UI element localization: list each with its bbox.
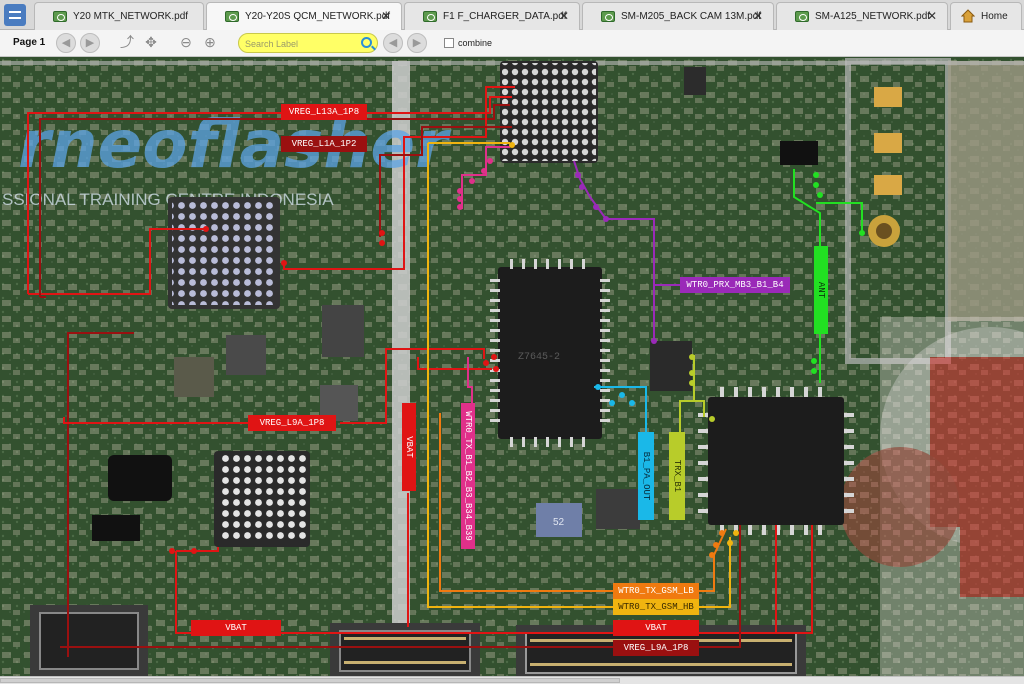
tab-y20-mtk-network[interactable]: Y20 MTK_NETWORK.pdf — [34, 2, 204, 30]
net-label-vbat-left[interactable]: VBAT — [191, 620, 281, 636]
pdf-icon — [225, 11, 239, 22]
tab-label: Y20 MTK_NETWORK.pdf — [73, 11, 189, 22]
close-icon[interactable]: ✕ — [927, 9, 937, 23]
settings-icon[interactable] — [4, 4, 26, 26]
watermark-logo: rneoflasher — [18, 106, 451, 183]
net-label-wtr0-tx-gsm-lb[interactable]: WTR0_TX_GSM_LB — [613, 583, 699, 599]
page-indicator: Page 1 — [13, 37, 46, 48]
tab-label: SM-A125_NETWORK.pdf — [815, 11, 931, 22]
net-label-wtr0-tx-b1-b2-b3-b34-b39[interactable]: WTR0_TX_B1_B2_B3_B34_B39 — [461, 403, 475, 549]
scrollbar-thumb[interactable] — [0, 678, 620, 683]
small-chip-marking: 52 — [553, 517, 565, 528]
tab-label: Home — [981, 11, 1008, 22]
net-label-trx-b1[interactable]: TRX_B1 — [669, 432, 685, 520]
pdf-icon — [423, 11, 437, 22]
combine-checkbox[interactable] — [444, 38, 454, 48]
tab-label: F1 F_CHARGER_DATA.pdf — [443, 11, 567, 22]
tab-sm-a125-network[interactable]: SM-A125_NETWORK.pdf ✕ — [776, 2, 948, 30]
forward-icon[interactable]: ▶ — [80, 33, 100, 53]
back-icon[interactable]: ◀ — [56, 33, 76, 53]
combine-label: combine — [458, 38, 493, 48]
export-icon[interactable]: ⤴ — [117, 33, 137, 53]
search-label-box — [238, 33, 378, 53]
app-window: Y20 MTK_NETWORK.pdf Y20-Y20S QCM_NETWORK… — [0, 0, 1024, 684]
tab-label: SM-M205_BACK CAM 13M.pdf — [621, 11, 762, 22]
home-icon — [960, 9, 976, 23]
move-icon[interactable]: ✥ — [141, 33, 161, 53]
tab-label: Y20-Y20S QCM_NETWORK.pdf — [245, 11, 391, 22]
toolbar: Page 1 ◀ ▶ ⤴ ✥ ⊖ ⊕ ◀ ▶ combine — [0, 30, 1024, 57]
close-icon[interactable]: ✕ — [559, 9, 569, 23]
previous-result-icon[interactable]: ◀ — [383, 33, 403, 53]
tab-y20-y20s-qcm-network[interactable]: Y20-Y20S QCM_NETWORK.pdf ✕ — [206, 2, 402, 31]
zoom-out-icon[interactable]: ⊖ — [176, 33, 196, 53]
pdf-icon — [53, 11, 67, 22]
close-icon[interactable]: ✕ — [381, 9, 391, 23]
board-view[interactable]: rneoflasher SSIONAL TRAINING CENTRE INDO… — [0, 57, 1024, 676]
net-label-vbat-vertical[interactable]: VBAT — [402, 403, 416, 491]
tab-sm-m205-back-cam[interactable]: SM-M205_BACK CAM 13M.pdf ✕ — [582, 2, 774, 30]
net-label-vreg-l1a-1p2[interactable]: VREG_L1A_1P2 — [281, 136, 367, 152]
net-label-vreg-l9a-1p8-mid[interactable]: VREG_L9A_1P8 — [248, 415, 336, 431]
zoom-in-icon[interactable]: ⊕ — [200, 33, 220, 53]
search-input[interactable] — [245, 36, 355, 51]
tab-f1-charger-data[interactable]: F1 F_CHARGER_DATA.pdf ✕ — [404, 2, 580, 30]
pdf-icon — [601, 11, 615, 22]
chip-marking: Z7645-2 — [518, 352, 560, 363]
pdf-icon — [795, 11, 809, 22]
horizontal-scrollbar[interactable] — [0, 676, 1024, 684]
net-label-vbat-right[interactable]: VBAT — [613, 620, 699, 636]
net-label-wtr0-prx-mb3-b1-b4[interactable]: WTR0_PRX_MB3_B1_B4 — [680, 277, 790, 293]
net-label-wtr0-tx-gsm-hb[interactable]: WTR0_TX_GSM_HB — [613, 599, 699, 615]
next-result-icon[interactable]: ▶ — [407, 33, 427, 53]
search-icon[interactable] — [361, 37, 372, 48]
net-label-b1-pa-out[interactable]: B1_PA_OUT — [638, 432, 654, 520]
net-label-ant[interactable]: ANT — [814, 246, 828, 334]
net-label-vreg-l13a-1p8[interactable]: VREG_L13A_1P8 — [281, 104, 367, 120]
pcb-image: rneoflasher SSIONAL TRAINING CENTRE INDO… — [0, 57, 1024, 676]
close-icon[interactable]: ✕ — [753, 9, 763, 23]
tab-home[interactable]: Home — [950, 2, 1022, 30]
net-label-vreg-l9a-1p8-bottom[interactable]: VREG_L9A_1P8 — [613, 640, 699, 656]
tab-bar: Y20 MTK_NETWORK.pdf Y20-Y20S QCM_NETWORK… — [0, 0, 1024, 31]
